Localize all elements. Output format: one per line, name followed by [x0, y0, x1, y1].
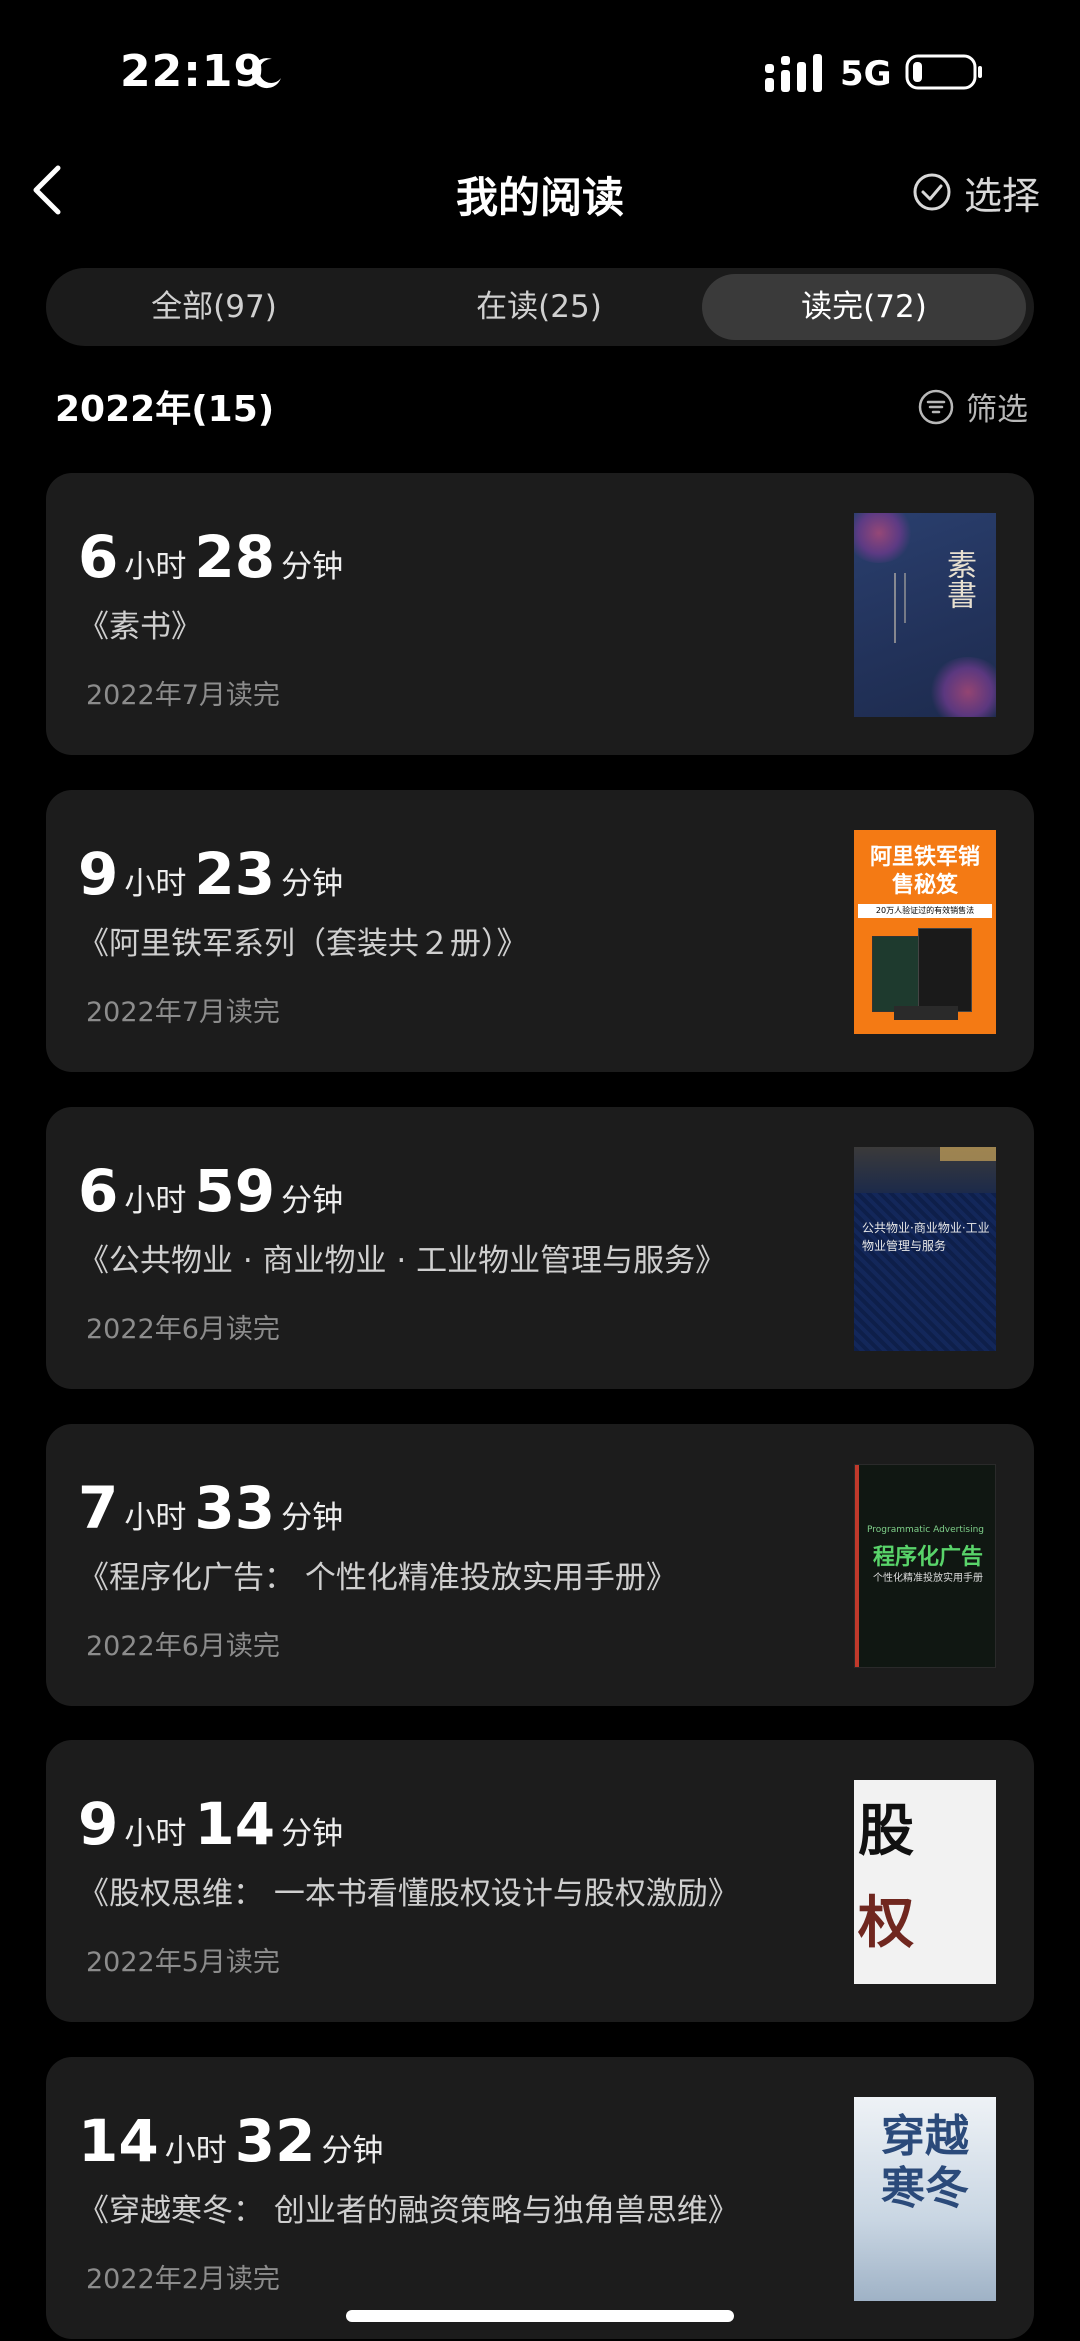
battery-icon [905, 54, 982, 90]
book-card[interactable]: 9 小时 14 分钟 《股权思维： 一本书看懂股权设计与股权激励》 2022年5… [46, 1740, 1034, 2022]
duration-hours: 6 [78, 1157, 119, 1225]
reading-duration: 6 小时 28 分钟 [78, 523, 351, 591]
duration-hours: 9 [78, 840, 119, 908]
select-label: 选择 [964, 173, 1041, 218]
hour-unit: 小时 [124, 549, 187, 585]
home-indicator[interactable] [346, 2310, 734, 2322]
cover-subtitle: 个性化精准投放实用手册 [873, 1573, 983, 1584]
duration-hours: 14 [78, 2107, 159, 2175]
book-card[interactable]: 9 小时 23 分钟 《阿里铁军系列（套装共２册）》 2022年7月读完 阿里铁… [46, 790, 1034, 1072]
cover-title: 素書 [941, 549, 976, 609]
book-title: 《阿里铁军系列（套装共２册）》 [78, 926, 528, 962]
duration-hours: 7 [78, 1474, 119, 1542]
book-card[interactable]: 14 小时 32 分钟 《穿越寒冬： 创业者的融资策略与独角兽思维》 2022年… [46, 2057, 1034, 2339]
book-title: 《股权思维： 一本书看懂股权设计与股权激励》 [78, 1876, 739, 1912]
minute-unit: 分钟 [281, 1183, 344, 1219]
filter-icon [918, 389, 954, 424]
finish-date: 2022年7月读完 [86, 680, 280, 711]
book-title: 《程序化广告： 个性化精准投放实用手册》 [78, 1560, 677, 1596]
filter-label: 筛选 [966, 392, 1028, 428]
book-title: 《穿越寒冬： 创业者的融资策略与独角兽思维》 [78, 2193, 739, 2229]
finish-date: 2022年7月读完 [86, 997, 280, 1028]
book-card[interactable]: 6 小时 59 分钟 《公共物业 · 商业物业 · 工业物业管理与服务》 202… [46, 1107, 1034, 1389]
status-time: 22:19 [120, 46, 266, 97]
hour-unit: 小时 [124, 866, 187, 902]
reading-duration: 9 小时 23 分钟 [78, 840, 351, 908]
book-cover: Programmatic Advertising 程序化广告 个性化精准投放实用… [854, 1464, 996, 1668]
check-circle-icon [913, 173, 951, 211]
signal-icon [765, 54, 822, 92]
cover-title: 公共物业·商业物业·工业物业管理与服务 [862, 1221, 990, 1253]
year-heading: 2022年(15) [55, 389, 275, 430]
cover-english-title: Programmatic Advertising [867, 1525, 985, 1535]
hour-unit: 小时 [124, 1816, 187, 1852]
book-cover: 股权思维 [854, 1780, 996, 1984]
filter-button[interactable]: 筛选 [918, 384, 1028, 429]
select-button[interactable]: 选择 [912, 164, 1040, 220]
minute-unit: 分钟 [281, 1500, 344, 1536]
duration-minutes: 14 [194, 1790, 276, 1858]
cover-title: 穿越寒冬 [881, 2111, 969, 2214]
book-cover: 素書 [854, 513, 996, 717]
minute-unit: 分钟 [321, 2133, 384, 2169]
reading-duration: 7 小时 33 分钟 [78, 1474, 351, 1542]
duration-minutes: 32 [234, 2107, 316, 2175]
book-cover: 穿越寒冬 [854, 2097, 996, 2301]
duration-minutes: 59 [194, 1157, 276, 1225]
minute-unit: 分钟 [281, 549, 344, 585]
duration-minutes: 23 [194, 840, 276, 908]
reading-duration: 14 小时 32 分钟 [78, 2107, 391, 2175]
book-cover: 公共物业·商业物业·工业物业管理与服务 [854, 1147, 996, 1351]
network-type: 5G [840, 54, 892, 94]
reading-duration: 9 小时 14 分钟 [78, 1790, 351, 1858]
minute-unit: 分钟 [281, 866, 344, 902]
status-bar: 22:19 5G [0, 0, 1080, 150]
duration-minutes: 28 [194, 523, 276, 591]
finish-date: 2022年5月读完 [86, 1947, 280, 1978]
tab-bar: 全部(97) 在读(25) 读完(72) [46, 268, 1034, 346]
minute-unit: 分钟 [281, 1816, 344, 1852]
book-card[interactable]: 6 小时 28 分钟 《素书》 2022年7月读完 素書 [46, 473, 1034, 755]
hour-unit: 小时 [124, 1183, 187, 1219]
book-title: 《公共物业 · 商业物业 · 工业物业管理与服务》 [78, 1243, 727, 1279]
hour-unit: 小时 [164, 2133, 227, 2169]
cover-subtitle: 20万人验证过的有效销售法 [858, 904, 992, 918]
finish-date: 2022年6月读完 [86, 1314, 280, 1345]
book-cover: 阿里铁军销售秘笈 20万人验证过的有效销售法 [854, 830, 996, 1034]
tab-all[interactable]: 全部(97) [52, 274, 376, 340]
book-title: 《素书》 [78, 609, 202, 645]
book-card[interactable]: 7 小时 33 分钟 《程序化广告： 个性化精准投放实用手册》 2022年6月读… [46, 1424, 1034, 1706]
cover-title: 阿里铁军销售秘笈 [869, 845, 980, 898]
tab-reading[interactable]: 在读(25) [377, 274, 701, 340]
cover-title: 程序化广告 [872, 1545, 983, 1570]
hour-unit: 小时 [124, 1500, 187, 1536]
duration-hours: 6 [78, 523, 119, 591]
finish-date: 2022年6月读完 [86, 1631, 280, 1662]
duration-minutes: 33 [194, 1474, 276, 1542]
moon-icon [251, 58, 281, 89]
duration-hours: 9 [78, 1790, 119, 1858]
finish-date: 2022年2月读完 [86, 2264, 280, 2295]
reading-duration: 6 小时 59 分钟 [78, 1157, 351, 1225]
tab-finished[interactable]: 读完(72) [702, 274, 1026, 340]
